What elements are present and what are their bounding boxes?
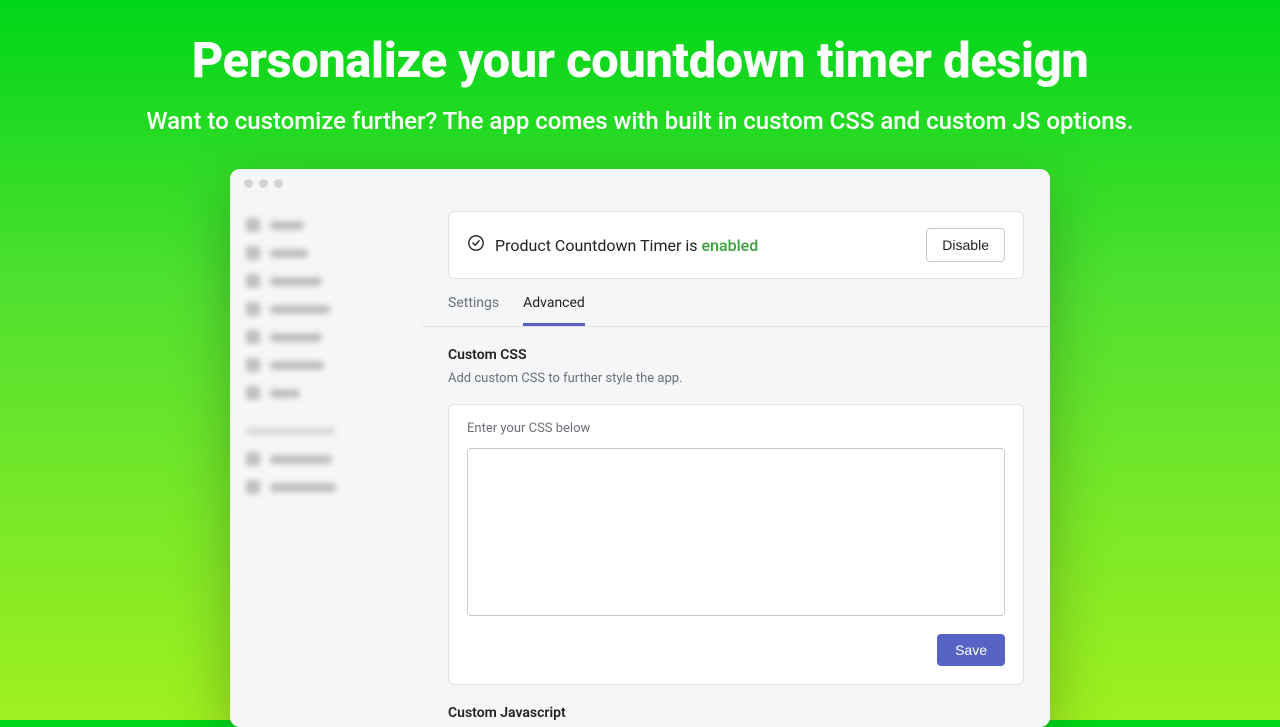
sidebar-item[interactable] xyxy=(242,323,409,351)
nav-label xyxy=(270,249,308,258)
nav-icon xyxy=(246,330,260,344)
css-input-label: Enter your CSS below xyxy=(467,421,1005,436)
sidebar xyxy=(230,197,422,727)
sidebar-divider xyxy=(246,427,336,435)
nav-icon xyxy=(246,302,260,316)
nav-icon xyxy=(246,218,260,232)
status-prefix: Product Countdown Timer is xyxy=(495,236,701,255)
sidebar-item[interactable] xyxy=(242,267,409,295)
window-chrome xyxy=(230,169,1050,197)
nav-label xyxy=(270,333,322,342)
tabs: Settings Advanced xyxy=(422,279,1050,327)
css-card: Enter your CSS below Save xyxy=(448,404,1024,685)
sidebar-item[interactable] xyxy=(242,473,409,501)
tab-settings[interactable]: Settings xyxy=(448,295,499,326)
sidebar-item[interactable] xyxy=(242,445,409,473)
nav-icon xyxy=(246,452,260,466)
disable-button[interactable]: Disable xyxy=(926,228,1005,262)
window-body: Product Countdown Timer is enabled Disab… xyxy=(230,197,1050,727)
tab-advanced[interactable]: Advanced xyxy=(523,295,585,326)
window-dot-yellow xyxy=(259,179,268,188)
status-left: Product Countdown Timer is enabled xyxy=(467,234,758,256)
nav-label xyxy=(270,389,300,398)
hero-title: Personalize your countdown timer design xyxy=(0,0,1280,89)
status-card: Product Countdown Timer is enabled Disab… xyxy=(448,211,1024,279)
nav-icon xyxy=(246,480,260,494)
window-dot-red xyxy=(244,179,253,188)
status-text: Product Countdown Timer is enabled xyxy=(495,236,758,255)
window-dot-green xyxy=(274,179,283,188)
nav-icon xyxy=(246,386,260,400)
status-state: enabled xyxy=(701,236,758,255)
main-content: Product Countdown Timer is enabled Disab… xyxy=(422,197,1050,727)
save-row: Save xyxy=(467,634,1005,666)
save-button[interactable]: Save xyxy=(937,634,1005,666)
nav-label xyxy=(270,277,322,286)
section-title: Custom CSS xyxy=(448,347,1024,363)
section-desc: Add custom CSS to further style the app. xyxy=(448,371,1024,386)
nav-icon xyxy=(246,246,260,260)
section-custom-js: Custom Javascript Add custom Javascript … xyxy=(422,685,1050,727)
nav-label xyxy=(270,305,330,314)
sidebar-item[interactable] xyxy=(242,239,409,267)
css-textarea[interactable] xyxy=(467,448,1005,616)
sidebar-item[interactable] xyxy=(242,379,409,407)
browser-window: Product Countdown Timer is enabled Disab… xyxy=(230,169,1050,727)
nav-label xyxy=(270,221,304,230)
nav-label xyxy=(270,361,324,370)
nav-label xyxy=(270,455,332,464)
sidebar-item[interactable] xyxy=(242,295,409,323)
sidebar-item[interactable] xyxy=(242,351,409,379)
section-title: Custom Javascript xyxy=(448,705,1024,721)
nav-icon xyxy=(246,274,260,288)
check-circle-icon xyxy=(467,234,485,256)
section-custom-css: Custom CSS Add custom CSS to further sty… xyxy=(422,327,1050,386)
hero-subtitle: Want to customize further? The app comes… xyxy=(0,107,1280,135)
nav-icon xyxy=(246,358,260,372)
nav-label xyxy=(270,483,336,492)
sidebar-item[interactable] xyxy=(242,211,409,239)
